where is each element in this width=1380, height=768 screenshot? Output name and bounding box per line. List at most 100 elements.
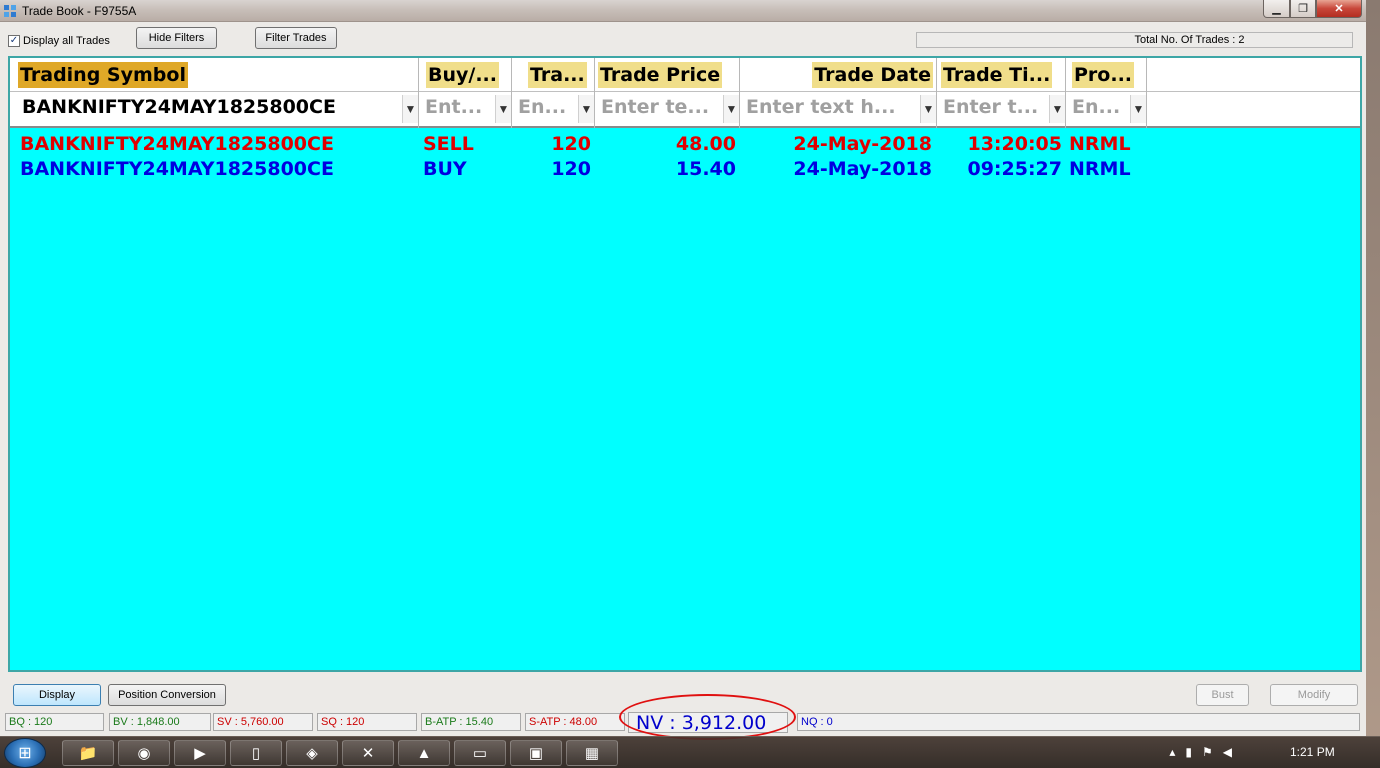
filter-traded-qty[interactable]: En... ▼ (512, 92, 595, 128)
window-app-icon[interactable]: ▭ (454, 740, 506, 766)
funnel-icon[interactable]: ▼ (1049, 95, 1065, 123)
column-header-trade-price[interactable]: Trade Price (595, 58, 740, 92)
cell-price: 48.00 (675, 133, 736, 155)
window-title: Trade Book - F9755A (22, 4, 137, 18)
cell-date: 24-May-2018 (793, 158, 932, 180)
funnel-icon[interactable]: ▼ (1130, 95, 1146, 123)
cell-product: NRML (1069, 158, 1131, 180)
filter-input[interactable]: Ent... (425, 96, 482, 118)
filter-row: BANKNIFTY24MAY1825800CE ▼ Ent... ▼ En...… (10, 92, 1360, 128)
document-icon[interactable]: ▯ (230, 740, 282, 766)
status-bar: BQ : 120 BV : 1,848.00 SV : 5,760.00 SQ … (0, 694, 1366, 740)
cell-date: 24-May-2018 (793, 133, 932, 155)
maximize-button[interactable]: ❐ (1290, 0, 1316, 18)
status-sv: SV : 5,760.00 (213, 713, 313, 731)
title-bar: Trade Book - F9755A ▁ ❐ ✕ (0, 0, 1366, 22)
tray-expand-icon[interactable]: ▴ (1169, 745, 1175, 759)
system-tray: ▴ ▮ ⚑ ◀ (1169, 745, 1232, 759)
column-header-trade-date[interactable]: Trade Date (740, 58, 937, 92)
app-icon (4, 5, 16, 17)
filter-input[interactable]: En... (518, 96, 566, 118)
cell-side: SELL (423, 133, 474, 155)
calculator-icon[interactable]: ▦ (566, 740, 618, 766)
column-header-label: Trade Date (812, 62, 933, 88)
filter-input[interactable]: BANKNIFTY24MAY1825800CE (22, 96, 336, 118)
column-header-label: Trade Price (598, 62, 723, 88)
trades-grid: Trading Symbol Buy/... Tra... Trade Pric… (8, 56, 1362, 672)
column-header-traded-qty[interactable]: Tra... (512, 58, 595, 92)
trade-book-window: ✓ Display all Trades Hide Filters Filter… (0, 22, 1366, 740)
cell-symbol: BANKNIFTY24MAY1825800CE (20, 133, 334, 155)
display-all-trades-option[interactable]: ✓ Display all Trades (8, 35, 110, 47)
status-sq: SQ : 120 (317, 713, 417, 731)
cell-qty: 120 (551, 133, 591, 155)
filter-product[interactable]: En... ▼ (1066, 92, 1147, 128)
filter-trade-date[interactable]: Enter text h... ▼ (740, 92, 937, 128)
header-row: Trading Symbol Buy/... Tra... Trade Pric… (10, 58, 1360, 92)
status-nq: NQ : 0 (797, 713, 1360, 731)
screen-app-icon[interactable]: ▣ (510, 740, 562, 766)
funnel-icon[interactable]: ▼ (495, 95, 511, 123)
column-header-label: Buy/... (426, 62, 499, 88)
start-button[interactable]: ⊞ (4, 738, 46, 768)
column-header-label: Trade Ti... (941, 62, 1053, 88)
filter-input[interactable]: Enter t... (943, 96, 1038, 118)
chrome-icon[interactable]: ◉ (118, 740, 170, 766)
cell-time: 09:25:27 (967, 158, 1062, 180)
filter-trading-symbol[interactable]: BANKNIFTY24MAY1825800CE ▼ (10, 92, 419, 128)
filter-trade-price[interactable]: Enter te... ▼ (595, 92, 740, 128)
table-row[interactable]: BANKNIFTY24MAY1825800CE SELL 120 48.00 2… (10, 132, 1360, 156)
funnel-icon[interactable]: ▼ (920, 95, 936, 123)
status-bq: BQ : 120 (5, 713, 104, 731)
column-header-label: Trading Symbol (18, 62, 188, 88)
position-conversion-button[interactable]: Position Conversion (108, 684, 226, 706)
cell-side: BUY (423, 158, 467, 180)
status-satp: S-ATP : 48.00 (525, 713, 625, 731)
display-all-checkbox[interactable]: ✓ (8, 35, 20, 47)
media-player-icon[interactable]: ▶ (174, 740, 226, 766)
column-header-trading-symbol[interactable]: Trading Symbol (10, 58, 419, 92)
hide-filters-button[interactable]: Hide Filters (136, 27, 217, 49)
column-header-label: Tra... (528, 62, 587, 88)
volume-icon[interactable]: ◀ (1223, 745, 1232, 759)
total-trades-count: Total No. Of Trades : 2 (916, 32, 1353, 48)
filter-input[interactable]: Enter te... (601, 96, 709, 118)
filter-trades-button[interactable]: Filter Trades (255, 27, 337, 49)
minimize-button[interactable]: ▁ (1263, 0, 1290, 18)
trading-app-icon[interactable]: ▲ (398, 740, 450, 766)
column-header-buy-sell[interactable]: Buy/... (419, 58, 512, 92)
cell-product: NRML (1069, 133, 1131, 155)
funnel-icon[interactable]: ▼ (402, 95, 418, 123)
funnel-icon[interactable]: ▼ (723, 95, 739, 123)
column-header-product[interactable]: Pro... (1066, 58, 1147, 92)
display-all-label: Display all Trades (23, 35, 110, 47)
explorer-icon[interactable]: 📁 (62, 740, 114, 766)
excel-icon[interactable]: ✕ (342, 740, 394, 766)
filter-trade-time[interactable]: Enter t... ▼ (937, 92, 1066, 128)
filter-input[interactable]: Enter text h... (746, 96, 896, 118)
action-bar: Display Position Conversion Bust Modify (0, 680, 1366, 708)
chart-app-icon[interactable]: ◈ (286, 740, 338, 766)
bust-button[interactable]: Bust (1196, 684, 1249, 706)
close-button[interactable]: ✕ (1316, 0, 1362, 18)
column-header-trade-time[interactable]: Trade Ti... (937, 58, 1066, 92)
table-row[interactable]: BANKNIFTY24MAY1825800CE BUY 120 15.40 24… (10, 157, 1360, 181)
cell-price: 15.40 (675, 158, 736, 180)
modify-button[interactable]: Modify (1270, 684, 1358, 706)
status-bv: BV : 1,848.00 (109, 713, 211, 731)
column-header-label: Pro... (1072, 62, 1135, 88)
toolbar: ✓ Display all Trades Hide Filters Filter… (0, 22, 1366, 54)
funnel-icon[interactable]: ▼ (578, 95, 594, 123)
cell-time: 13:20:05 (967, 133, 1062, 155)
filter-buy-sell[interactable]: Ent... ▼ (419, 92, 512, 128)
network-icon[interactable]: ▮ (1185, 745, 1192, 759)
flag-icon[interactable]: ⚑ (1202, 745, 1213, 759)
status-nv: NV : 3,912.00 (628, 712, 788, 733)
status-batp: B-ATP : 15.40 (421, 713, 521, 731)
clock[interactable]: 1:21 PM (1290, 745, 1335, 759)
display-button[interactable]: Display (13, 684, 101, 706)
cell-symbol: BANKNIFTY24MAY1825800CE (20, 158, 334, 180)
cell-qty: 120 (551, 158, 591, 180)
taskbar: ⊞ 📁 ◉ ▶ ▯ ◈ ✕ ▲ ▭ ▣ ▦ ▴ ▮ ⚑ ◀ 1:21 PM (0, 736, 1380, 768)
filter-input[interactable]: En... (1072, 96, 1120, 118)
